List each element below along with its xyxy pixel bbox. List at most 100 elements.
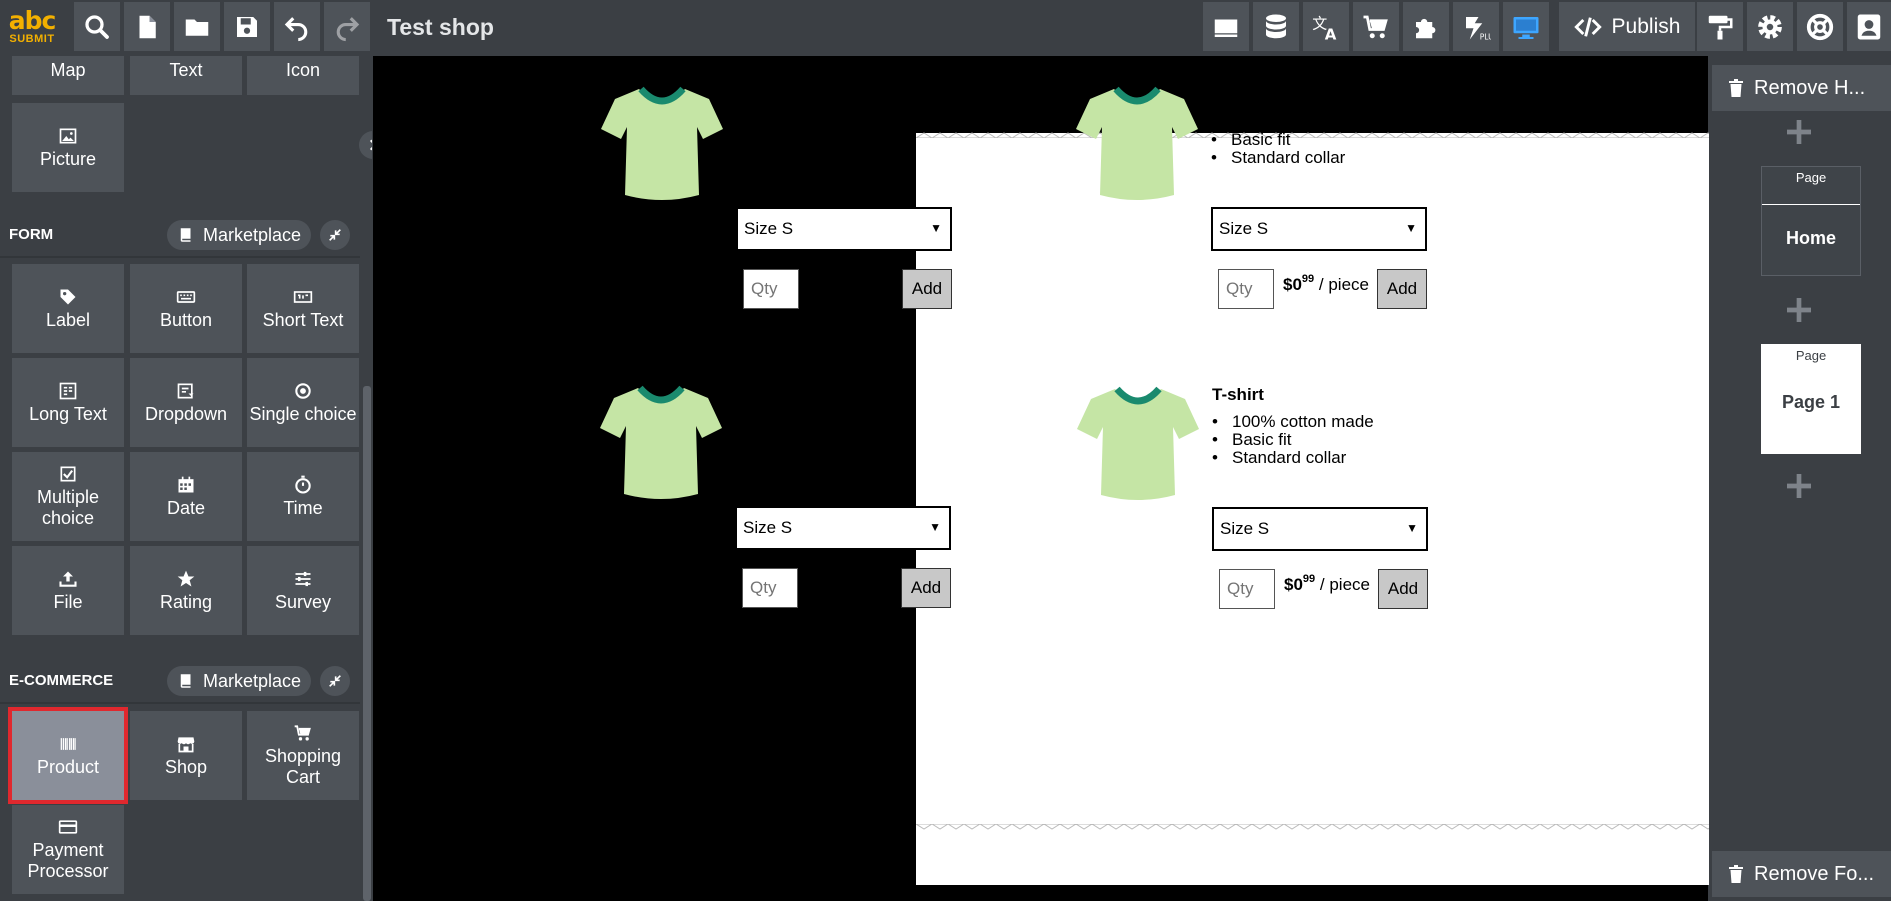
size-selected-value: Size S <box>744 219 794 238</box>
price-decimal: 99 <box>1301 273 1315 285</box>
product-card[interactable]: T-shirt 100% cotton madeBasic fitStandard… <box>601 83 1021 333</box>
add-page-plus-icon[interactable] <box>1783 294 1815 326</box>
search-icon <box>85 14 109 39</box>
tile-shop[interactable]: Shop <box>130 711 242 800</box>
tile-payment-processor[interactable]: Payment Processor <box>12 805 124 894</box>
desktop-view-button[interactable] <box>1503 2 1549 51</box>
plus-features-button[interactable]: PLUS <box>1453 2 1499 51</box>
tile-survey[interactable]: Survey <box>247 546 359 635</box>
layout-button[interactable] <box>1203 2 1249 51</box>
trash-icon <box>1729 79 1743 97</box>
new-file-button[interactable] <box>124 2 170 51</box>
shopping-cart-icon <box>294 725 311 741</box>
tile-label: Product <box>36 756 100 777</box>
marketplace-label: Marketplace <box>202 224 302 245</box>
tile-button[interactable]: Button <box>130 264 242 353</box>
add-to-cart-button[interactable]: Add <box>1377 269 1427 309</box>
style-button[interactable] <box>1697 2 1743 51</box>
remove-footer-label: Remove Fo... <box>1754 862 1875 885</box>
quantity-input[interactable] <box>742 568 798 608</box>
cart-button[interactable] <box>1353 2 1399 51</box>
tile-label: Shop <box>164 756 208 777</box>
publish-button[interactable]: Publish <box>1559 2 1695 51</box>
product-card[interactable]: T-shirt 100% cotton madeBasic fitStandard… <box>600 382 1020 632</box>
form-marketplace-button[interactable]: Marketplace <box>167 220 311 250</box>
tile-date[interactable]: Date <box>130 452 242 541</box>
product-title: T-shirt <box>1212 385 1264 404</box>
add-to-cart-button[interactable]: Add <box>902 269 952 309</box>
product-card[interactable]: T-shirt 100% cotton madeBasic fitStandard… <box>1076 83 1496 333</box>
tile-time[interactable]: Time <box>247 452 359 541</box>
tile-picture[interactable]: Picture <box>12 103 124 192</box>
paint-roller-icon <box>1708 15 1733 39</box>
tile-dropdown[interactable]: Dropdown <box>130 358 242 447</box>
product-features: 100% cotton madeBasic fitStandard collar <box>735 412 897 467</box>
logo-subtext: SUBMIT <box>9 32 55 45</box>
tile-icon[interactable]: Icon <box>247 56 359 95</box>
panel-toggle-button[interactable] <box>359 131 372 159</box>
page-thumb-page-1[interactable]: Page Page 1 <box>1761 344 1861 454</box>
search-button[interactable] <box>74 2 120 51</box>
abcsubmit-logo[interactable]: abc SUBMIT <box>4 2 60 51</box>
store-icon <box>177 736 195 752</box>
tile-file[interactable]: File <box>12 546 124 635</box>
form-collapse-button[interactable] <box>320 220 350 250</box>
left-panel-scroll-thumb[interactable] <box>363 386 371 901</box>
book-icon <box>180 228 191 242</box>
quantity-input[interactable] <box>1218 269 1274 309</box>
remove-footer-button[interactable]: Remove Fo... <box>1712 851 1891 897</box>
tile-product[interactable]: Product <box>8 707 128 804</box>
price-decimal: 99 <box>825 572 839 584</box>
translate-button[interactable]: 文A <box>1303 2 1349 51</box>
tile-label: Multiple choice <box>36 487 100 528</box>
open-folder-icon <box>185 19 209 36</box>
size-dropdown[interactable]: Size S ▼ <box>736 207 952 251</box>
price-unit: / piece <box>1318 275 1369 294</box>
tile-shopping-cart[interactable]: Shopping Cart <box>247 711 359 800</box>
size-dropdown[interactable]: Size S ▼ <box>1212 507 1428 551</box>
tile-single-choice[interactable]: Single choice <box>247 358 359 447</box>
ecommerce-marketplace-button[interactable]: Marketplace <box>167 666 311 696</box>
tile-short-text[interactable]: Short Text <box>247 264 359 353</box>
short-text-icon <box>293 290 313 303</box>
product-title: T-shirt <box>1211 85 1263 104</box>
settings-button[interactable] <box>1747 2 1793 51</box>
tile-map[interactable]: Map <box>12 56 124 95</box>
remove-header-button[interactable]: Remove H... <box>1712 65 1891 111</box>
tile-label-element[interactable]: Label <box>12 264 124 353</box>
plugins-button[interactable] <box>1403 2 1449 51</box>
ecommerce-collapse-button[interactable] <box>320 666 350 696</box>
product-feature: Standard collar <box>1212 449 1374 468</box>
size-dropdown[interactable]: Size S ▼ <box>1211 207 1427 251</box>
tile-multiple-choice[interactable]: Multiple choice <box>12 452 124 541</box>
redo-button[interactable] <box>324 2 370 51</box>
project-title[interactable]: Test shop <box>387 14 494 41</box>
tile-label: Dropdown <box>144 403 228 424</box>
open-folder-button[interactable] <box>174 2 220 51</box>
page-thumb-home[interactable]: Page Home <box>1761 166 1861 276</box>
tile-rating[interactable]: Rating <box>130 546 242 635</box>
add-page-plus-icon[interactable] <box>1783 470 1815 502</box>
tile-text[interactable]: Text <box>130 56 242 95</box>
collapse-icon <box>329 675 341 687</box>
size-selected-value: Size S <box>1219 219 1269 238</box>
add-page-plus-icon[interactable] <box>1783 116 1815 148</box>
tshirt-image <box>600 385 722 499</box>
add-to-cart-button[interactable]: Add <box>1378 569 1428 609</box>
help-button[interactable] <box>1797 2 1843 51</box>
size-dropdown[interactable]: Size S ▼ <box>735 506 951 550</box>
tile-long-text[interactable]: Long Text <box>12 358 124 447</box>
account-button[interactable] <box>1847 2 1891 51</box>
caret-down-icon: ▼ <box>1405 221 1417 235</box>
database-button[interactable] <box>1253 2 1299 51</box>
page-thumb-label: Page <box>1795 348 1827 363</box>
quantity-input[interactable] <box>743 269 799 309</box>
quantity-input[interactable] <box>1219 569 1275 609</box>
add-to-cart-button[interactable]: Add <box>901 568 951 608</box>
undo-button[interactable] <box>274 2 320 51</box>
book-icon <box>180 674 191 688</box>
product-card[interactable]: T-shirt 100% cotton madeBasic fitStandard… <box>1077 383 1497 633</box>
save-icon <box>237 16 257 37</box>
save-button[interactable] <box>224 2 270 51</box>
product-feature: Standard collar <box>735 448 897 467</box>
